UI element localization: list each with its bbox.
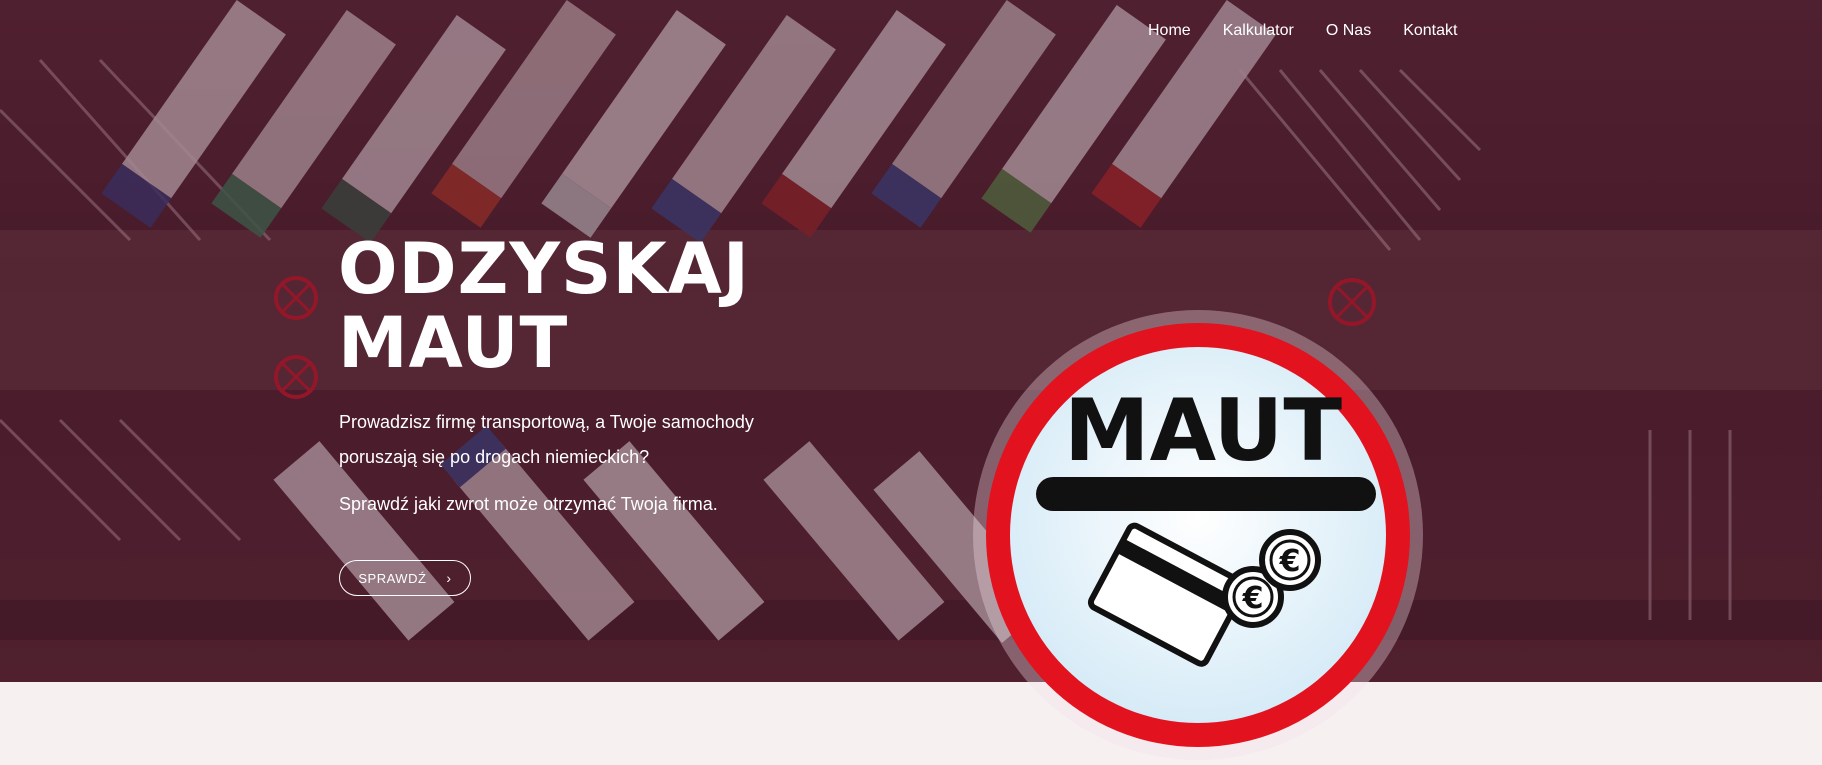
hero-title: ODZYSKAJ MAUT [338, 232, 750, 380]
main-nav: Home Kalkulator O Nas Kontakt [1148, 22, 1457, 40]
nav-item-kontakt[interactable]: Kontakt [1403, 22, 1457, 40]
hero-section: Home Kalkulator O Nas Kontakt ODZYSKAJ M… [0, 0, 1822, 682]
color-overlay [0, 0, 1822, 682]
chevron-right-icon: › [446, 570, 452, 586]
euro-symbol-2: € [1279, 544, 1301, 579]
nav-item-o-nas[interactable]: O Nas [1326, 22, 1371, 40]
sprawdz-button[interactable]: SPRAWDŹ › [339, 560, 471, 596]
hero-lead-text: Prowadzisz firmę transportową, a Twoje s… [339, 412, 754, 467]
sprawdz-button-label: SPRAWDŹ [358, 570, 427, 586]
sign-bar [1036, 477, 1376, 511]
hero-title-line1: ODZYSKAJ [338, 228, 750, 310]
page-content-strip [0, 682, 1822, 743]
maut-sign-text: MAUT [1064, 381, 1342, 481]
nav-item-kalkulator[interactable]: Kalkulator [1223, 22, 1294, 40]
hero-lead-text-2: Sprawdź jaki zwrot może otrzymać Twoja f… [339, 494, 718, 514]
euro-symbol-1: € [1242, 581, 1264, 616]
hero-title-line2: MAUT [338, 302, 569, 384]
nav-item-home[interactable]: Home [1148, 22, 1191, 40]
maut-toll-sign: MAUT € € [973, 310, 1423, 760]
